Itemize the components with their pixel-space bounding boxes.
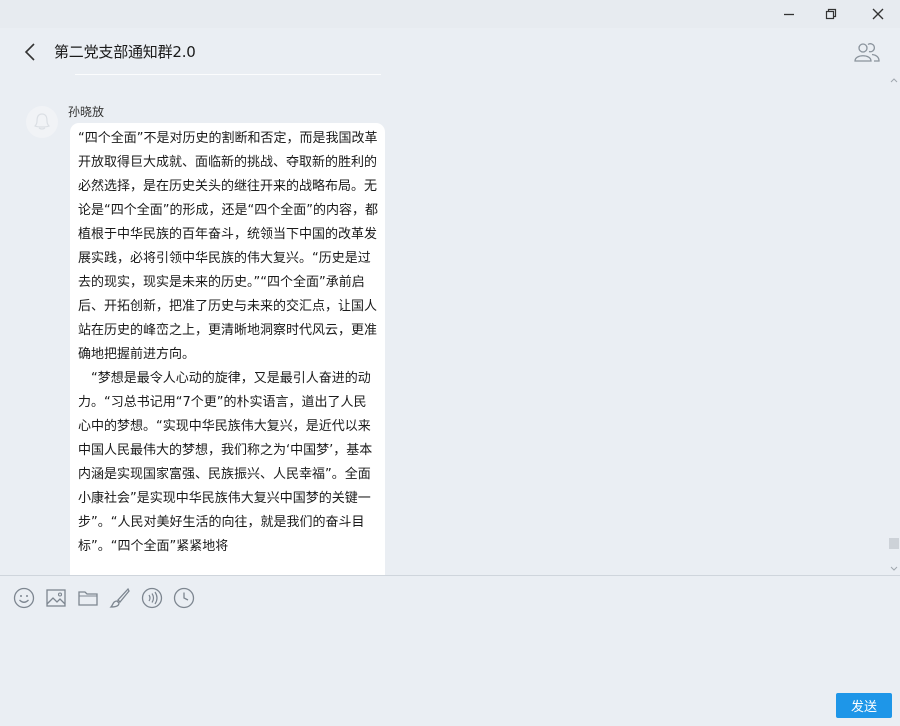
- message-input[interactable]: [12, 618, 888, 682]
- chat-scrollbar[interactable]: [888, 74, 900, 575]
- input-area: 发送: [0, 576, 900, 726]
- group-title: 第二党支部通知群2.0: [54, 43, 196, 61]
- chevron-down-icon: [890, 566, 898, 571]
- emoji-button[interactable]: [12, 586, 36, 610]
- group-members-button[interactable]: [852, 40, 882, 64]
- voice-button[interactable]: [140, 586, 164, 610]
- voice-icon: [141, 587, 163, 609]
- brush-icon: [109, 587, 130, 608]
- clock-icon: [173, 587, 195, 609]
- folder-icon: [78, 591, 98, 606]
- doodle-button[interactable]: [108, 586, 132, 610]
- chevron-up-icon: [890, 78, 898, 83]
- image-button[interactable]: [44, 586, 68, 610]
- history-button[interactable]: [172, 586, 196, 610]
- close-button[interactable]: [856, 0, 900, 28]
- input-toolbar: [12, 586, 196, 610]
- scroll-down-button[interactable]: [888, 563, 900, 575]
- chevron-left-icon: [24, 43, 35, 61]
- restore-button[interactable]: [809, 0, 853, 28]
- chat-header: 第二党支部通知群2.0: [0, 28, 900, 74]
- avatar[interactable]: [26, 106, 58, 138]
- sender-name[interactable]: 孙晓放: [68, 103, 104, 120]
- image-icon: [46, 589, 66, 607]
- scroll-thumb[interactable]: [889, 538, 899, 549]
- message-paragraph: “四个全面”不是对历史的割断和否定，而是我国改革开放取得巨大成就、面临新的挑战、…: [78, 131, 378, 362]
- file-button[interactable]: [76, 586, 100, 610]
- message-paragraph: “梦想是最令人心动的旋律，又是最引人奋进的动力。“习总书记用“7个更”的朴实语言…: [78, 371, 373, 554]
- minimize-icon: [784, 13, 794, 16]
- message-list[interactable]: 孙晓放 “四个全面”不是对历史的割断和否定，而是我国改革开放取得巨大成就、面临新…: [0, 74, 888, 575]
- previous-message-edge: [75, 74, 381, 75]
- restore-icon: [825, 8, 837, 20]
- window-titlebar: [0, 0, 900, 28]
- close-icon: [872, 8, 884, 20]
- message-bubble[interactable]: “四个全面”不是对历史的割断和否定，而是我国改革开放取得巨大成就、面临新的挑战、…: [70, 123, 385, 575]
- emoji-icon: [13, 587, 35, 609]
- back-button[interactable]: [20, 40, 40, 64]
- send-button[interactable]: 发送: [836, 693, 892, 718]
- default-avatar-icon: [34, 113, 50, 130]
- scroll-up-button[interactable]: [888, 74, 900, 86]
- minimize-button[interactable]: [767, 0, 811, 28]
- group-members-icon: [854, 43, 880, 62]
